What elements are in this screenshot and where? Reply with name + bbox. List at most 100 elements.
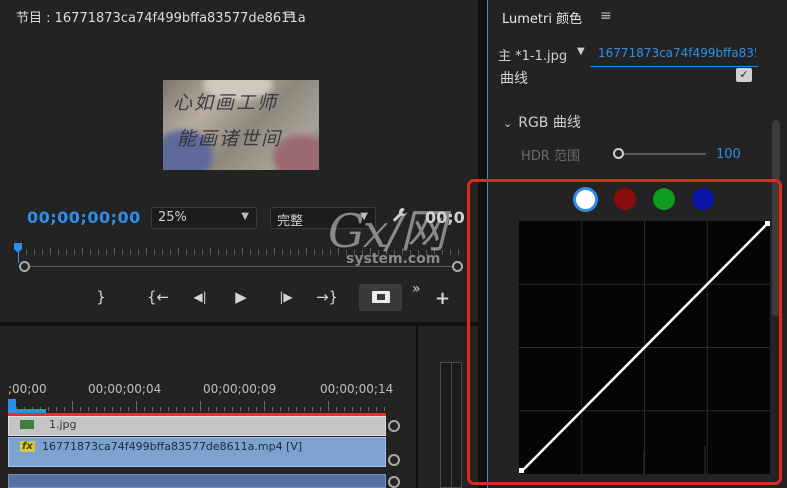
ruler-tick [320, 407, 321, 411]
sequence-clip-underline [590, 66, 758, 67]
ruler-tick [298, 250, 299, 255]
zoom-select-value: 25% [158, 210, 187, 225]
clip-label: 1.jpg [49, 418, 77, 431]
ruler-tick [218, 250, 219, 255]
export-frame-button[interactable] [359, 284, 402, 311]
ruler-tick [58, 250, 59, 255]
panel-divider[interactable] [416, 326, 418, 488]
ruler-tick [336, 407, 337, 411]
program-monitor-title[interactable]: 节目 : 16771873ca74f499bffa83577de8611a [16, 7, 306, 26]
ruler-tick [114, 248, 115, 255]
scrollbar-left-handle[interactable] [19, 261, 30, 272]
watermark-url: system.com [346, 251, 441, 267]
hdr-range-value[interactable]: 100 [716, 147, 741, 162]
timeline-ruler[interactable] [8, 397, 386, 411]
sequence-clip-label[interactable]: 16771873ca74f499bffa83577de8611a [598, 46, 756, 60]
fx-badge: fx [20, 441, 35, 452]
ruler-tick [290, 250, 291, 255]
ruler-tick [234, 250, 235, 255]
ruler-tick [322, 250, 323, 255]
timeline-time-label: 00;00;00;04 [88, 382, 162, 396]
curves-enable-checkbox[interactable]: ✓ [736, 68, 752, 82]
lumetri-panel-title[interactable]: Lumetri 颜色 [502, 8, 582, 27]
ruler-tick [130, 250, 131, 255]
button-editor-add-icon[interactable]: + [435, 288, 450, 309]
ruler-tick [200, 401, 201, 411]
ruler-tick [128, 407, 129, 411]
program-preview-image: 心如画工师 能画诸世间 [163, 80, 319, 170]
step-back-button[interactable]: ◀| [188, 290, 212, 304]
zoom-select[interactable]: 25% ▼ [151, 207, 257, 229]
track-scroll-knob[interactable] [388, 476, 400, 488]
hdr-range-slider[interactable] [620, 153, 706, 155]
ruler-tick [112, 407, 113, 411]
ruler-tick [64, 407, 65, 411]
timeline-playhead[interactable] [8, 399, 16, 409]
ruler-tick [208, 407, 209, 411]
ruler-tick [154, 250, 155, 255]
chevron-down-icon[interactable]: ▼ [577, 46, 585, 57]
ruler-tick [184, 407, 185, 411]
ruler-tick [250, 250, 251, 255]
fx-badge [20, 420, 34, 429]
clip-label: 16771873ca74f499bffa83577de8611a.mp4 [V] [42, 440, 303, 453]
ruler-tick [170, 250, 171, 255]
quality-select-value: 完整 [277, 214, 304, 229]
chevron-down-icon: ▼ [241, 211, 249, 222]
ruler-tick [104, 407, 105, 411]
camera-icon [372, 291, 390, 303]
go-to-out-button[interactable]: →} [315, 288, 339, 306]
hdr-range-slider-handle[interactable] [613, 148, 624, 159]
ruler-tick [202, 250, 203, 255]
ruler-tick [136, 401, 137, 411]
ruler-tick [194, 250, 195, 255]
track-scroll-knob[interactable] [388, 454, 400, 466]
timeline-clip-mp4[interactable]: fx 16771873ca74f499bffa83577de8611a.mp4 … [8, 437, 386, 467]
play-button[interactable]: ▶ [231, 288, 251, 306]
program-playhead-line [18, 244, 19, 263]
ruler-tick [344, 407, 345, 411]
ruler-tick [274, 248, 275, 255]
track-scroll-knob[interactable] [388, 420, 400, 432]
ruler-tick [122, 250, 123, 255]
ruler-tick [352, 407, 353, 411]
lumetri-menu-icon[interactable]: ≡ [600, 8, 612, 24]
ruler-tick [34, 250, 35, 255]
program-menu-icon[interactable]: ≡ [283, 7, 295, 23]
playhead-timecode[interactable]: 00;00;00;00 [27, 208, 141, 227]
ruler-tick [314, 250, 315, 255]
rgb-curves-label: RGB 曲线 [518, 115, 581, 131]
ruler-tick [176, 407, 177, 411]
ruler-tick [272, 407, 273, 411]
curve-highlight-box [467, 179, 782, 485]
ruler-tick [168, 407, 169, 411]
timeline-time-label: 00;00;00;09 [203, 382, 277, 396]
ruler-tick [264, 401, 265, 411]
ruler-tick [384, 407, 385, 411]
ruler-tick [144, 407, 145, 411]
ruler-tick [296, 407, 297, 411]
ruler-tick [88, 407, 89, 411]
go-to-in-button[interactable]: {← [146, 288, 170, 306]
ruler-tick [328, 401, 329, 411]
ruler-tick [192, 407, 193, 411]
timeline-time-label: 00;00;00;14 [320, 382, 394, 396]
ruler-tick [162, 250, 163, 255]
preview-handwriting-line2: 能画诸世间 [177, 128, 283, 150]
ruler-tick [232, 407, 233, 411]
rgb-curves-header[interactable]: ⌄ RGB 曲线 [503, 112, 581, 132]
ruler-tick [258, 250, 259, 255]
ruler-tick [242, 248, 243, 255]
timeline-clip-jpg[interactable]: 1.jpg [8, 416, 386, 436]
curves-section-header[interactable]: 曲线 [500, 68, 528, 88]
ruler-tick [186, 250, 187, 255]
ruler-tick [96, 407, 97, 411]
ruler-tick [178, 248, 179, 255]
timeline-clip-audio[interactable] [8, 474, 386, 488]
ruler-tick [210, 248, 211, 255]
timeline-time-label: ;00;00 [8, 382, 47, 396]
step-forward-button[interactable]: |▶ [274, 290, 298, 304]
source-clip-label[interactable]: 主 *1-1.jpg [498, 45, 567, 64]
ruler-tick [146, 248, 147, 255]
mark-out-button[interactable]: } [91, 288, 111, 306]
